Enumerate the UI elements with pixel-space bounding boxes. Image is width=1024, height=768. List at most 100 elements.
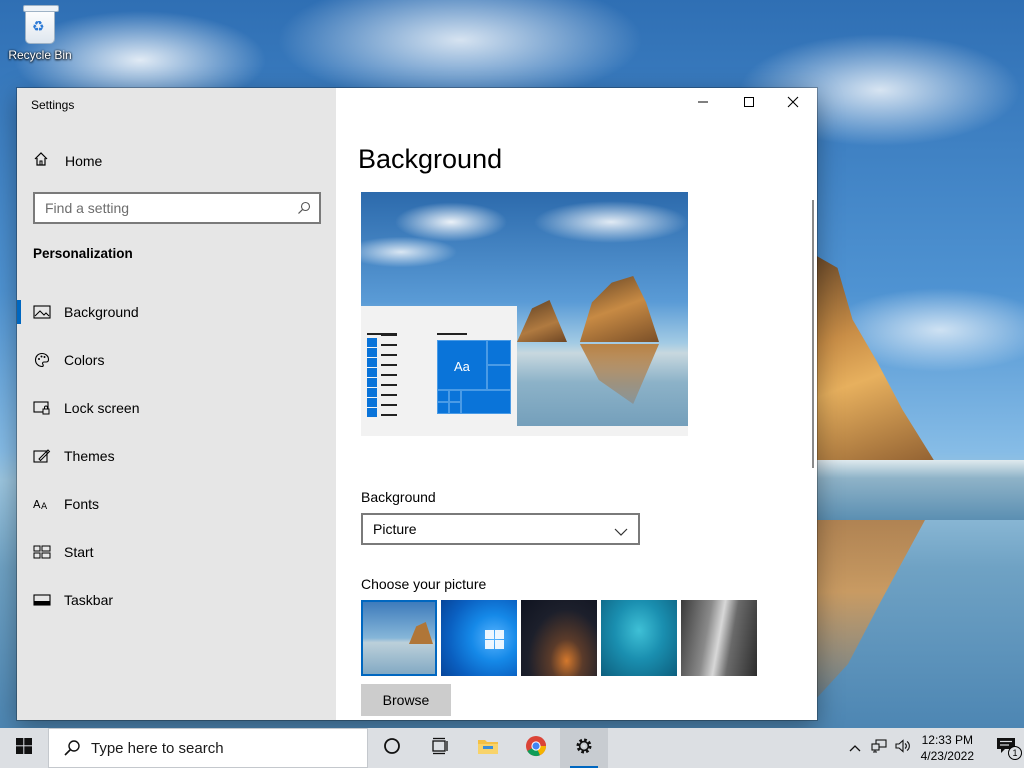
sidebar-item-label: Fonts [64,496,100,512]
sidebar-item-label: Lock screen [64,400,140,416]
sidebar-item-fonts[interactable]: AA Fonts [17,480,336,528]
picture-thumb-beach-rocks[interactable] [361,600,437,676]
taskbar-icon [33,591,51,609]
settings-window: Settings Home Find a setting Personaliza… [17,88,817,720]
preview-tile-wide [461,390,511,414]
sidebar-item-label: Themes [64,448,115,464]
clock-time: 12:33 PM [921,733,973,747]
task-view-icon [430,737,450,760]
recycle-bin-shortcut[interactable]: ♻ Recycle Bin [6,5,74,62]
task-view-button[interactable] [416,728,464,768]
file-explorer-icon [477,737,499,760]
picture-thumb-underwater[interactable] [601,600,677,676]
picture-icon [33,303,51,321]
themes-icon [33,447,51,465]
sidebar-item-label: Start [64,544,94,560]
close-button[interactable] [770,88,816,120]
home-icon [33,151,51,170]
start-button[interactable] [0,728,48,768]
close-icon [787,95,799,113]
sidebar-item-start[interactable]: Start [17,528,336,576]
start-icon [33,543,51,561]
preview-tile-text: Aa [454,359,470,374]
recycle-bin-label: Recycle Bin [8,48,72,62]
section-title: Personalization [33,246,133,261]
wallpaper-cliff [815,255,940,470]
scrollbar[interactable] [812,200,814,468]
browse-button[interactable]: Browse [361,684,451,716]
notification-count-badge: 1 [1008,746,1022,760]
windows-logo-icon [485,630,505,650]
maximize-icon [743,95,755,113]
minimize-button[interactable] [680,88,726,120]
palette-icon [33,351,51,369]
show-hidden-icons-button[interactable] [843,728,867,768]
preview-tile [449,402,461,414]
find-setting-placeholder: Find a setting [45,200,130,216]
action-center-button[interactable]: 1 [988,728,1024,768]
preview-app-list-icons [367,338,377,418]
chevron-down-icon [614,524,628,536]
svg-text:A: A [33,498,41,511]
cortana-icon [383,737,401,760]
system-tray: 12:33 PM 4/23/2022 1 [843,728,1024,768]
choose-picture-label: Choose your picture [361,576,487,592]
background-preview: Aa [361,192,688,436]
recycle-bin-icon: ♻ [23,5,59,44]
window-title: Settings [31,98,75,112]
page-title: Background [358,144,503,174]
picture-thumb-rock-waterfall[interactable] [681,600,757,676]
minimize-icon [697,95,709,113]
preview-tile [449,390,461,402]
preview-start-menu: Aa [361,306,517,436]
home-link[interactable]: Home [33,151,102,170]
search-icon [63,739,81,757]
background-type-value: Picture [373,521,417,537]
taskbar-search-placeholder: Type here to search [91,739,224,757]
picture-thumbnails [361,600,761,676]
picture-thumb-windows-blue[interactable] [441,600,517,676]
windows-logo-icon [16,737,32,759]
sidebar-item-background[interactable]: Background [17,288,336,336]
sidebar-item-colors[interactable]: Colors [17,336,336,384]
maximize-button[interactable] [726,88,772,120]
network-button[interactable] [867,728,891,768]
sidebar-item-lock-screen[interactable]: Lock screen [17,384,336,432]
sidebar-item-label: Background [64,304,139,320]
sidebar-item-taskbar[interactable]: Taskbar [17,576,336,624]
network-icon [871,738,887,758]
lock-screen-icon [33,399,51,417]
taskbar-clock[interactable]: 12:33 PM 4/23/2022 [921,732,974,764]
find-setting-input[interactable]: Find a setting [33,192,321,224]
file-explorer-button[interactable] [464,728,512,768]
home-label: Home [65,152,103,169]
taskbar: Type here to search 12:33 PM 4/23/2022 1 [0,728,1024,768]
sidebar-item-label: Taskbar [64,592,114,608]
preview-tile [487,365,511,390]
search-icon [297,201,311,215]
background-type-select[interactable]: Picture [361,513,640,545]
preview-tile-large: Aa [437,340,487,390]
chevron-up-icon [849,739,861,757]
preview-taskbar [361,426,688,436]
picture-thumb-night-sky[interactable] [521,600,597,676]
sidebar-nav: Background Colors Lock screen Themes A A… [17,288,336,624]
volume-icon [895,738,911,758]
clock-date: 4/23/2022 [920,749,974,763]
svg-text:A: A [41,502,48,512]
preview-tiles: Aa [437,340,511,426]
preview-line [437,333,467,335]
chrome-button[interactable] [512,728,560,768]
taskbar-search-box[interactable]: Type here to search [48,728,368,768]
fonts-icon: AA [33,495,51,513]
background-type-label: Background [361,489,436,505]
settings-sidebar: Settings Home Find a setting Personaliza… [17,88,336,720]
preview-tile [437,390,449,402]
sidebar-item-themes[interactable]: Themes [17,432,336,480]
volume-button[interactable] [891,728,915,768]
chrome-icon [525,735,547,762]
preview-app-list-lines [381,334,397,424]
preview-tile [487,340,511,365]
settings-taskbar-button[interactable] [560,728,608,768]
cortana-button[interactable] [368,728,416,768]
